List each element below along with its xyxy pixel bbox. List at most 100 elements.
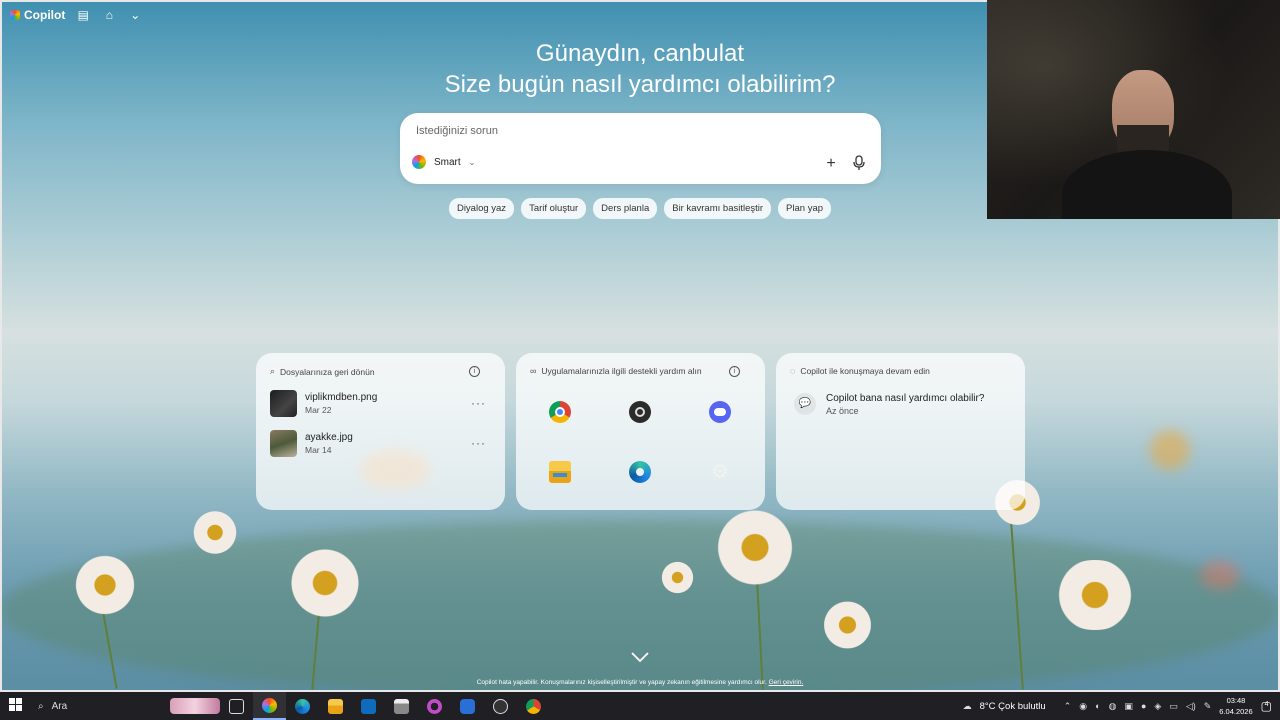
taskbar-clock[interactable]: 03:48 6.04.2026	[1219, 695, 1252, 717]
prompt-input[interactable]	[416, 125, 816, 137]
clock-time: 03:48	[1226, 696, 1246, 705]
taskbar-chrome[interactable]	[517, 692, 550, 720]
copilot-icon	[262, 697, 277, 713]
store-icon	[394, 698, 409, 714]
tray-app-icon[interactable]: ◉	[1079, 701, 1087, 712]
conversation-title: Copilot bana nasıl yardımcı olabilir?	[826, 393, 985, 404]
file-item[interactable]: viplikmdben.png Mar 22 ···	[270, 390, 492, 417]
taskbar-file-explorer[interactable]	[319, 692, 352, 720]
daisy-flower	[710, 510, 800, 585]
taskbar-outlook[interactable]	[352, 692, 385, 720]
task-view-icon	[229, 698, 244, 714]
tray-app-icon[interactable]: ◍	[1109, 701, 1117, 712]
mode-selector[interactable]: Smart ⌄	[412, 155, 475, 169]
weather-label[interactable]: 8°C Çok bulutlu	[980, 701, 1046, 712]
files-card: ⌕ Dosyalarınıza geri dönün i viplikmdben…	[256, 353, 505, 510]
chip-kavram-basitlestir[interactable]: Bir kavramı basitleştir	[664, 198, 772, 219]
copilot-topbar: Copilot ▤ ⌂ ⌄	[10, 8, 143, 22]
pen-icon[interactable]: ✎	[1204, 701, 1212, 712]
file-thumbnail	[270, 430, 297, 457]
notification-count: 4	[1264, 701, 1269, 708]
opt-out-link[interactable]: Geri çevirin.	[769, 679, 804, 686]
copilot-mode-icon	[412, 155, 426, 169]
file-date: Mar 14	[305, 445, 332, 455]
windows-logo-icon	[8, 698, 22, 711]
info-icon[interactable]: i	[469, 366, 480, 377]
webcam-overlay	[987, 0, 1280, 219]
start-button[interactable]	[0, 698, 30, 714]
obs-icon	[493, 698, 508, 714]
chip-ders-planla[interactable]: Ders planla	[593, 198, 658, 219]
notification-icon[interactable]: ▢ 4	[1261, 699, 1272, 713]
daisy-flower	[285, 548, 365, 618]
file-explorer-icon	[328, 698, 343, 714]
outlook-icon	[361, 698, 376, 714]
system-tray: ☁ 8°C Çok bulutlu ⌃ ◉ ◐ ◍ ▣ ● ◈ ▭ ◁) ✎ 0…	[963, 692, 1280, 720]
obs-icon[interactable]	[629, 401, 651, 423]
chip-plan-yap[interactable]: Plan yap	[778, 198, 832, 219]
taskbar-obs[interactable]	[484, 692, 517, 720]
file-name: ayakke.jpg	[305, 432, 353, 443]
chip-tarif-olustur[interactable]: Tarif oluştur	[521, 198, 587, 219]
apps-card-header: ∞ Uygulamalarınızla ilgili destekli yard…	[530, 366, 702, 376]
mode-label: Smart	[434, 156, 461, 168]
taskbar-app-gear[interactable]	[451, 692, 484, 720]
info-icon[interactable]: i	[729, 366, 740, 377]
tray-app-icon[interactable]: ◈	[1154, 701, 1161, 712]
conversation-time: Az önce	[826, 406, 859, 416]
taskbar-search[interactable]: ⌕ Ara	[30, 692, 220, 720]
tray-app-icon[interactable]: ◐	[1095, 701, 1100, 711]
search-highlight-image	[170, 698, 220, 714]
chevron-down-icon[interactable]: ⌄	[127, 8, 143, 22]
chat-bubble-icon: 💬	[794, 393, 816, 415]
taskbar-edge[interactable]	[286, 692, 319, 720]
files-card-header: ⌕ Dosyalarınıza geri dönün	[270, 366, 375, 377]
conversation-card: ◌ Copilot ile konuşmaya devam edin 💬 Cop…	[776, 353, 1025, 510]
conversation-item[interactable]: 💬 Copilot bana nasıl yardımcı olabilir? …	[794, 393, 984, 416]
windows-taskbar: ⌕ Ara ☁ 8°C Çok bulutlu ⌃ ◉ ◐ ◍ ▣ ● ◈ ▭ …	[0, 692, 1280, 720]
file-explorer-icon[interactable]	[549, 461, 571, 483]
task-view-button[interactable]	[220, 692, 253, 720]
more-options-icon[interactable]: ···	[471, 436, 486, 450]
settings-icon[interactable]: ⚙	[709, 461, 731, 483]
edge-icon[interactable]	[629, 461, 651, 483]
chevron-up-icon[interactable]: ⌃	[1064, 701, 1072, 712]
microphone-icon[interactable]: ●	[1141, 701, 1146, 711]
taskbar-store[interactable]	[385, 692, 418, 720]
home-icon[interactable]: ⌂	[101, 8, 117, 22]
speaker-icon[interactable]: ◁)	[1186, 701, 1196, 712]
conversation-card-title: Copilot ile konuşmaya devam edin	[800, 366, 930, 376]
daisy-flower	[660, 560, 695, 595]
files-card-title: Dosyalarınıza geri dönün	[280, 366, 375, 377]
paperclip-icon: ⌕	[270, 366, 276, 376]
discord-icon[interactable]	[709, 401, 731, 423]
sidebar-toggle-icon[interactable]: ▤	[75, 8, 91, 22]
chat-bubble-icon: ◌	[790, 366, 796, 376]
more-options-icon[interactable]: ···	[471, 396, 486, 410]
brand-label: Copilot	[24, 8, 66, 22]
edge-icon	[295, 698, 310, 714]
file-date: Mar 22	[305, 405, 332, 415]
chrome-icon[interactable]	[549, 401, 571, 423]
microphone-button[interactable]	[850, 155, 868, 173]
conversation-card-header: ◌ Copilot ile konuşmaya devam edin	[790, 366, 930, 376]
file-item[interactable]: ayakke.jpg Mar 14 ···	[270, 430, 492, 457]
taskbar-app-ring[interactable]	[418, 692, 451, 720]
chrome-icon	[526, 698, 541, 714]
bokeh-orange	[1150, 430, 1190, 470]
copilot-brand[interactable]: Copilot	[10, 8, 65, 22]
chevron-down-icon: ⌄	[468, 157, 476, 167]
taskbar-copilot[interactable]	[253, 692, 286, 720]
taskbar-search-label: Ara	[51, 700, 68, 712]
add-attachment-button[interactable]: +	[822, 155, 840, 173]
app-gear-icon	[460, 698, 475, 714]
bokeh-pink	[1200, 560, 1240, 590]
scroll-down-chevron-icon[interactable]	[630, 650, 650, 664]
apps-card: ∞ Uygulamalarınızla ilgili destekli yard…	[516, 353, 765, 510]
chip-diyalog-yaz[interactable]: Diyalog yaz	[448, 198, 515, 219]
disclaimer-text: Copilot hata yapabilir. Konuşmalarınız k…	[476, 679, 767, 686]
daisy-flower	[1050, 560, 1140, 630]
network-icon[interactable]: ▭	[1169, 701, 1178, 712]
tray-app-icon[interactable]: ▣	[1124, 701, 1133, 712]
daisy-flower	[820, 600, 875, 650]
